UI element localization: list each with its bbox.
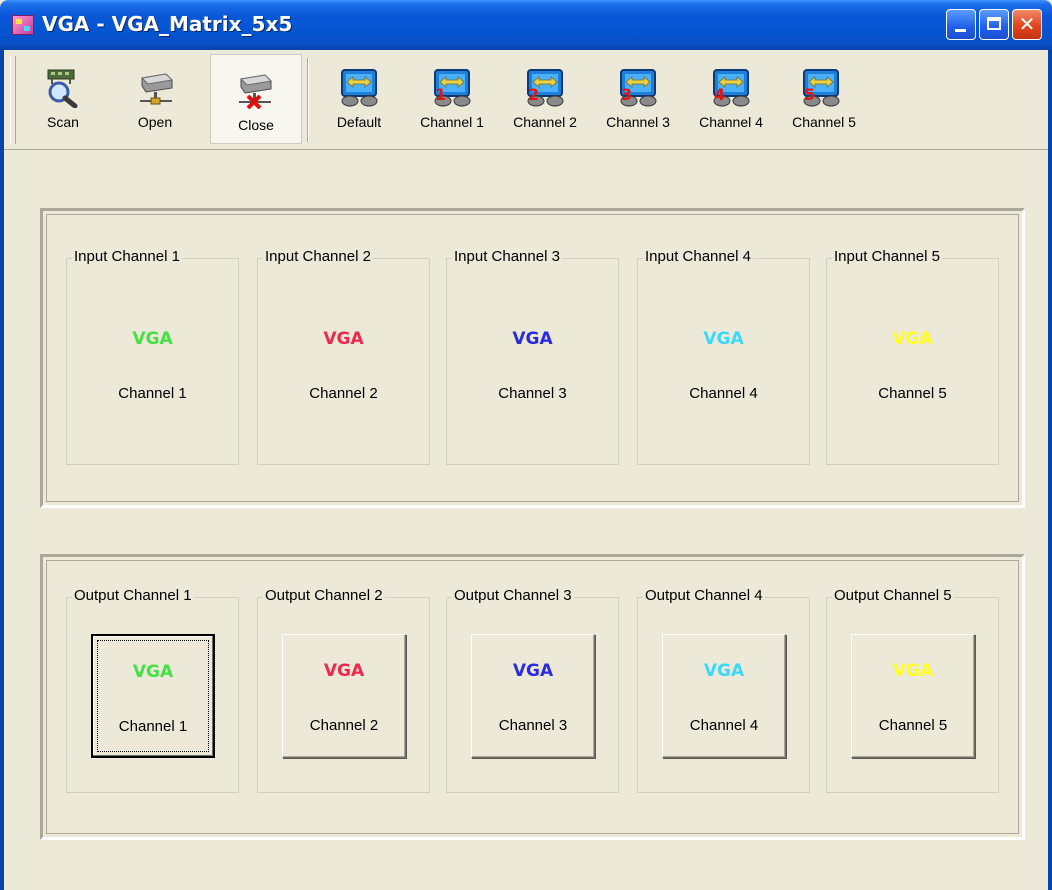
output-channel-4-group: Output Channel 4 VGA Channel 4	[637, 587, 810, 793]
output-channel-1-name: Channel 1	[118, 718, 188, 735]
output-channel-2-vga: VGA	[323, 661, 365, 681]
monitor-swap-icon	[341, 69, 378, 107]
output-channel-1-title: Output Channel 1	[72, 587, 194, 604]
window-title: VGA - VGA_Matrix_5x5	[42, 12, 293, 36]
window-frame-right	[1048, 50, 1052, 890]
output-channel-5-button[interactable]: VGA Channel 5	[851, 634, 975, 758]
toolbar-separator	[307, 58, 309, 142]
input-channel-3-group: Input Channel 3 VGA Channel 3	[446, 248, 619, 465]
output-channel-5-title: Output Channel 5	[832, 587, 954, 604]
input-channel-3-title: Input Channel 3	[452, 248, 562, 265]
scan-label: Scan	[47, 114, 79, 130]
toolbar-grip[interactable]	[10, 56, 16, 144]
channel-2-label: Channel 2	[513, 114, 577, 130]
output-channel-3-vga: VGA	[512, 661, 554, 681]
channel-5-button[interactable]: 5 Channel 5	[778, 54, 870, 144]
channel-3-button[interactable]: 3 Channel 3	[592, 54, 684, 144]
input-channel-1-group: Input Channel 1 VGA Channel 1	[66, 248, 239, 465]
output-channel-4-vga: VGA	[703, 661, 745, 681]
input-channel-3-vga: VGA	[512, 329, 553, 349]
input-channel-4-group: Input Channel 4 VGA Channel 4	[637, 248, 810, 465]
badge-1: 1	[435, 85, 446, 104]
channel-5-label: Channel 5	[792, 114, 856, 130]
output-channel-3-name: Channel 3	[498, 717, 568, 734]
close-window-button[interactable]: ✕	[1012, 9, 1042, 40]
default-button[interactable]: Default	[320, 54, 398, 144]
channel-2-button[interactable]: 2 Channel 2	[499, 54, 591, 144]
scan-icon	[47, 69, 78, 108]
window-frame-left	[0, 50, 4, 890]
output-channel-3-title: Output Channel 3	[452, 587, 574, 604]
output-panel: Output Channel 1 VGA Channel 1 Output Ch…	[40, 554, 1025, 840]
output-channel-2-title: Output Channel 2	[263, 587, 385, 604]
channel-3-label: Channel 3	[606, 114, 670, 130]
output-channel-2-group: Output Channel 2 VGA Channel 2	[257, 587, 430, 793]
input-channel-2-name: Channel 2	[309, 385, 378, 402]
input-channel-1-title: Input Channel 1	[72, 248, 182, 265]
output-channel-1-vga: VGA	[132, 662, 174, 682]
badge-5: 5	[804, 85, 815, 104]
output-channel-4-button[interactable]: VGA Channel 4	[662, 634, 786, 758]
output-channel-1-group: Output Channel 1 VGA Channel 1	[66, 587, 239, 793]
title-bar[interactable]: VGA - VGA_Matrix_5x5 ✕	[0, 0, 1052, 50]
output-channel-3-group: Output Channel 3 VGA Channel 3	[446, 587, 619, 793]
output-channel-2-name: Channel 2	[309, 717, 379, 734]
output-channel-4-title: Output Channel 4	[643, 587, 765, 604]
output-channel-5-name: Channel 5	[878, 717, 948, 734]
default-label: Default	[336, 114, 382, 130]
monitor-swap-5-icon: 5	[803, 69, 840, 107]
close-device-icon	[239, 74, 273, 109]
input-channel-4-name: Channel 4	[689, 385, 758, 402]
open-label: Open	[137, 114, 173, 130]
monitor-swap-1-icon: 1	[434, 69, 471, 107]
close-label: Close	[238, 117, 274, 133]
input-channel-3-name: Channel 3	[498, 385, 567, 402]
badge-3: 3	[621, 85, 632, 104]
output-channel-5-vga: VGA	[892, 661, 934, 681]
input-channel-4-vga: VGA	[703, 329, 744, 349]
badge-4: 4	[714, 85, 725, 104]
scan-button[interactable]: Scan	[28, 54, 98, 144]
focus-rect	[97, 640, 209, 752]
input-channel-5-group: Input Channel 5 VGA Channel 5	[826, 248, 999, 465]
monitor-swap-4-icon: 4	[713, 69, 750, 107]
channel-4-label: Channel 4	[699, 114, 763, 130]
minimize-icon	[955, 29, 966, 32]
output-channel-4-name: Channel 4	[689, 717, 759, 734]
input-channel-2-vga: VGA	[323, 329, 364, 349]
monitor-swap-3-icon: 3	[620, 69, 657, 107]
output-channel-3-button[interactable]: VGA Channel 3	[471, 634, 595, 758]
input-channel-1-name: Channel 1	[118, 385, 187, 402]
app-icon[interactable]	[12, 15, 34, 35]
input-channel-5-vga: VGA	[892, 329, 933, 349]
channel-4-button[interactable]: 4 Channel 4	[685, 54, 777, 144]
maximize-icon	[987, 17, 1001, 30]
monitor-swap-2-icon: 2	[527, 69, 564, 107]
open-button[interactable]: Open	[120, 54, 190, 144]
minimize-button[interactable]	[946, 9, 976, 40]
input-channel-5-title: Input Channel 5	[832, 248, 942, 265]
input-channel-2-group: Input Channel 2 VGA Channel 2	[257, 248, 430, 465]
maximize-button[interactable]	[979, 9, 1009, 40]
input-channel-4-title: Input Channel 4	[643, 248, 753, 265]
output-channel-5-group: Output Channel 5 VGA Channel 5	[826, 587, 999, 793]
output-channel-2-button[interactable]: VGA Channel 2	[282, 634, 406, 758]
output-channel-1-button[interactable]: VGA Channel 1	[91, 634, 215, 758]
close-icon: ✕	[1018, 12, 1036, 36]
input-panel: Input Channel 1 VGA Channel 1 Input Chan…	[40, 208, 1025, 508]
close-device-button[interactable]: Close	[210, 54, 302, 144]
input-channel-1-vga: VGA	[132, 329, 173, 349]
badge-2: 2	[528, 85, 539, 104]
channel-1-button[interactable]: 1 Channel 1	[406, 54, 498, 144]
input-channel-2-title: Input Channel 2	[263, 248, 373, 265]
toolbar: Scan Open Close Default 1 Channel 1 2 Ch…	[4, 50, 1048, 150]
input-channel-5-name: Channel 5	[878, 385, 947, 402]
channel-1-label: Channel 1	[420, 114, 484, 130]
open-device-icon	[140, 73, 174, 105]
